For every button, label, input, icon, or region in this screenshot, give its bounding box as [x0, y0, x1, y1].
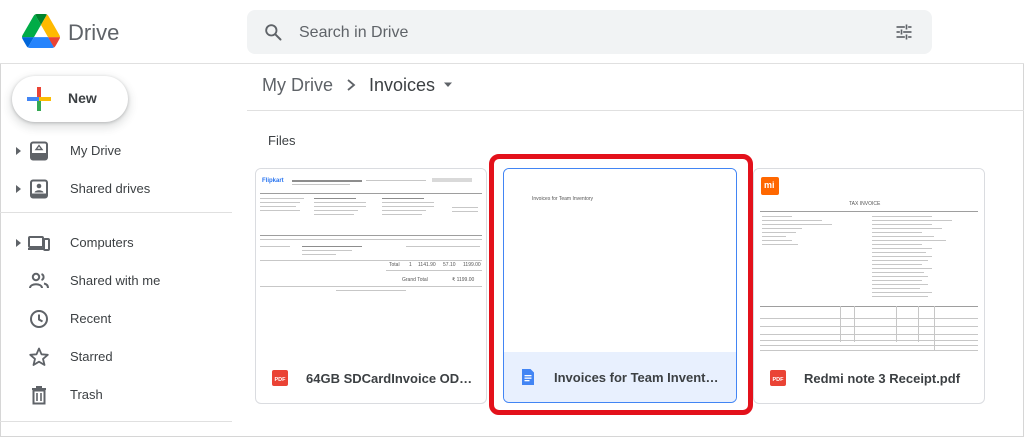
- file-thumbnail: mi TAX INVOICE: [754, 169, 984, 355]
- file-name: Redmi note 3 Receipt.pdf: [804, 370, 961, 386]
- main-content: My Drive Invoices Files Flipkart Total 1…: [247, 64, 1024, 437]
- expand-arrow-icon[interactable]: [13, 237, 23, 249]
- my-drive-icon: [30, 141, 48, 161]
- pdf-icon: PDF: [770, 370, 786, 386]
- chevron-down-icon[interactable]: [443, 81, 453, 89]
- total-amount: 1141.90: [418, 262, 436, 268]
- drive-logo-icon[interactable]: [22, 14, 60, 48]
- file-thumbnail: Flipkart Total 1 1141.90 57.10 1199.00 G…: [256, 169, 486, 355]
- sidebar-item-label: My Drive: [70, 143, 122, 158]
- sidebar-divider: [0, 212, 232, 213]
- plus-icon: [27, 87, 51, 111]
- sidebar-item-label: Shared with me: [70, 273, 161, 288]
- sidebar-divider: [0, 421, 232, 422]
- file-card-footer: PDF 64GB SDCardInvoice OD407...: [256, 353, 486, 403]
- breadcrumb-current[interactable]: Invoices: [369, 75, 435, 96]
- shared-drives-icon: [30, 179, 48, 199]
- sidebar-item-label: Recent: [70, 311, 112, 326]
- file-card[interactable]: Flipkart Total 1 1141.90 57.10 1199.00 G…: [255, 168, 487, 404]
- new-button[interactable]: New: [12, 76, 128, 122]
- breadcrumb: My Drive Invoices: [262, 74, 453, 96]
- sidebar-item-label: Starred: [70, 349, 113, 364]
- file-card[interactable]: mi TAX INVOICE PDF Redmi note 3 Receipt.…: [753, 168, 985, 404]
- file-card-footer: PDF Redmi note 3 Receipt.pdf: [754, 353, 984, 403]
- file-name: 64GB SDCardInvoice OD407...: [306, 370, 476, 386]
- sidebar-item-label: Trash: [70, 387, 103, 402]
- app-brand: Drive: [68, 20, 120, 45]
- sidebar-item-starred[interactable]: Starred: [0, 341, 240, 373]
- search-options-icon[interactable]: [894, 22, 914, 42]
- search-bar[interactable]: [247, 10, 932, 54]
- total-label: Total: [389, 262, 400, 268]
- sidebar-item-my-drive[interactable]: My Drive: [0, 135, 240, 167]
- total-tax: 57.10: [443, 262, 456, 268]
- file-card-footer: Invoices for Team Inventory: [504, 352, 736, 402]
- sidebar-item-shared-with-me[interactable]: Shared with me: [0, 265, 240, 297]
- flipkart-logo: Flipkart: [262, 178, 284, 184]
- computers-icon: [28, 236, 50, 251]
- section-label-files: Files: [268, 133, 296, 148]
- grand-total-value: ₹ 1199.00: [452, 277, 475, 283]
- total-qty: 1: [409, 262, 412, 268]
- top-bar: Drive: [0, 0, 1024, 64]
- pdf-icon: PDF: [272, 370, 288, 386]
- starred-icon: [29, 347, 49, 366]
- sidebar-item-label: Computers: [70, 235, 134, 250]
- new-button-label: New: [68, 90, 97, 106]
- docs-icon: [522, 369, 534, 385]
- shared-with-me-icon: [29, 272, 49, 289]
- file-thumbnail: Invoices for Team Inventory: [504, 169, 736, 355]
- sidebar: New My Drive Shared drives Computers Sha…: [0, 64, 247, 437]
- recent-icon: [30, 310, 48, 328]
- tax-invoice-title: TAX INVOICE: [849, 201, 881, 207]
- breadcrumb-root[interactable]: My Drive: [262, 75, 333, 96]
- chevron-right-icon: [347, 79, 356, 91]
- mi-logo: mi: [761, 177, 779, 195]
- grand-total-label: Grand Total: [402, 277, 428, 283]
- svg-text:PDF: PDF: [773, 377, 785, 383]
- file-card[interactable]: Invoices for Team Inventory Invoices for…: [503, 168, 737, 403]
- svg-text:PDF: PDF: [275, 377, 287, 383]
- search-input[interactable]: [299, 22, 859, 44]
- expand-arrow-icon[interactable]: [13, 183, 23, 195]
- doc-preview-text: Invoices for Team Inventory: [532, 196, 594, 202]
- sidebar-item-label: Shared drives: [70, 181, 151, 196]
- trash-icon: [32, 386, 46, 405]
- expand-arrow-icon[interactable]: [13, 145, 23, 157]
- file-name: Invoices for Team Inventory: [554, 369, 724, 385]
- total-sum: 1199.00: [463, 262, 481, 268]
- sidebar-item-shared-drives[interactable]: Shared drives: [0, 173, 240, 205]
- content-divider: [247, 110, 1024, 111]
- search-icon[interactable]: [263, 22, 283, 42]
- sidebar-item-computers[interactable]: Computers: [0, 227, 240, 259]
- sidebar-item-recent[interactable]: Recent: [0, 303, 240, 335]
- sidebar-item-trash[interactable]: Trash: [0, 379, 240, 411]
